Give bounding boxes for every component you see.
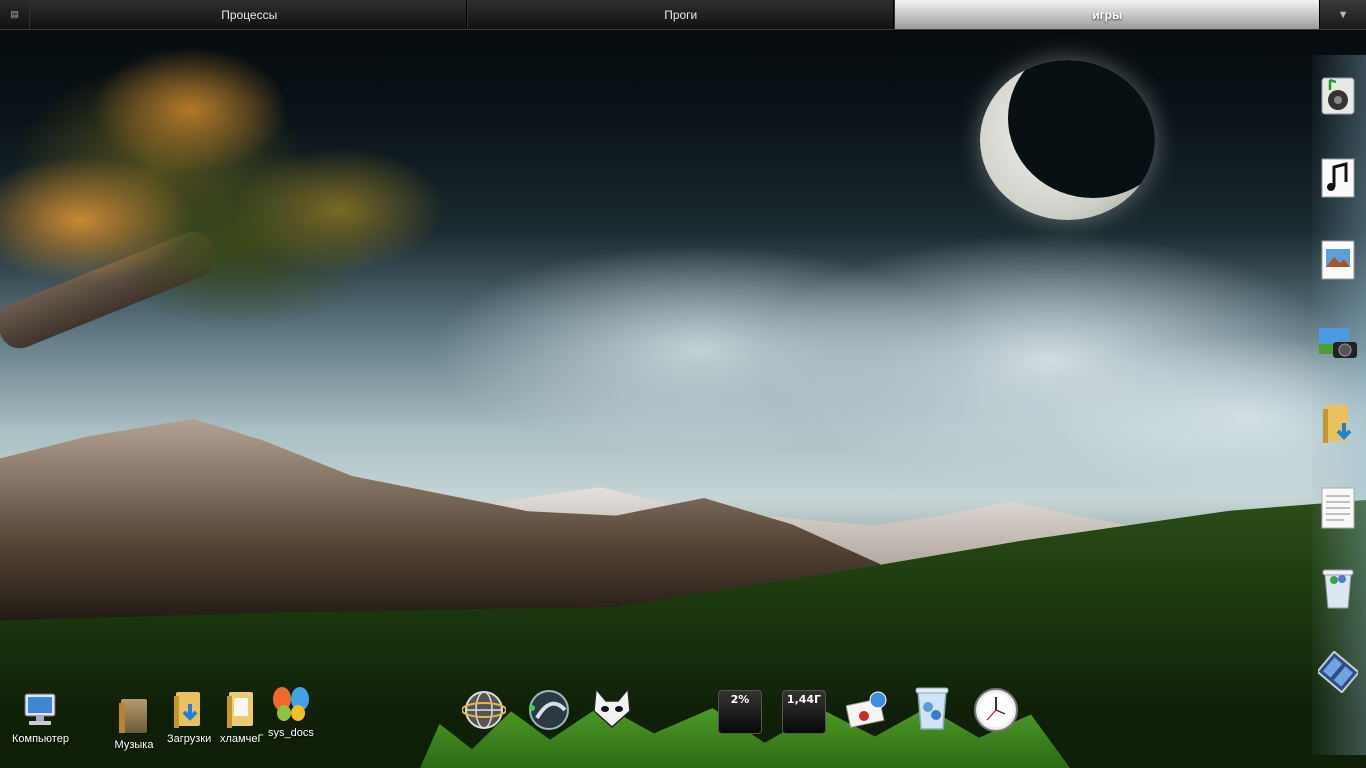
tab-programs[interactable]: Проги <box>467 0 895 29</box>
desktop-icon-label: Музыка <box>114 739 154 751</box>
dock-foobar-app[interactable] <box>588 686 636 734</box>
desktop-icon-computer[interactable]: Компьютер <box>12 690 69 745</box>
media-swirl-icon <box>525 688 571 737</box>
dock-item-audio[interactable] <box>1317 77 1359 119</box>
tab-games[interactable]: игры <box>894 0 1321 29</box>
dock-item-images[interactable] <box>1317 239 1359 286</box>
music-folder-icon <box>114 696 154 736</box>
memory-usage-meter: 1,44Г <box>782 690 826 734</box>
dock-memory-meter[interactable]: 1,44Г <box>780 688 828 736</box>
folder-icon <box>222 690 262 730</box>
downloads-folder-icon <box>1320 403 1356 450</box>
moon-illustration <box>980 60 1155 220</box>
dock-item-camera[interactable] <box>1317 325 1359 367</box>
right-dock <box>1312 55 1366 755</box>
dock-item-text[interactable] <box>1317 487 1359 531</box>
msn-butterfly-icon <box>271 684 311 724</box>
dock-mail-app[interactable] <box>844 688 892 736</box>
camera-icon <box>1317 324 1359 369</box>
desktop-icon-label: Компьютер <box>12 733 69 745</box>
downloads-folder-icon <box>169 690 209 730</box>
desktop-icon-sys-docs[interactable]: sys_docs <box>268 684 314 739</box>
recycle-bin-icon <box>1320 566 1356 615</box>
mail-icon <box>845 690 890 735</box>
dock-media-app[interactable] <box>524 688 572 736</box>
music-note-icon <box>1320 157 1356 204</box>
clock-icon <box>973 687 1019 738</box>
tab-bar-menu-icon[interactable]: ▤ <box>0 0 29 29</box>
chevron-down-icon[interactable]: ▼ <box>1320 0 1366 29</box>
globe-icon <box>461 688 507 737</box>
tab-processes[interactable]: Процессы <box>29 0 468 29</box>
fox-mask-icon <box>590 685 634 736</box>
top-tab-bar: ▤ Процессы Проги игры ▼ <box>0 0 1366 30</box>
dock-clock[interactable] <box>972 687 1020 738</box>
desktop-icon-junk-folder[interactable]: хламчеГ <box>220 690 263 745</box>
dock-item-trash[interactable] <box>1317 569 1359 611</box>
recycle-bin-icon <box>912 685 952 736</box>
dock-item-video[interactable] <box>1315 649 1361 698</box>
dock-globe-app[interactable] <box>460 688 508 736</box>
cpu-usage-meter: 2% <box>718 690 762 734</box>
computer-icon <box>20 690 60 730</box>
desktop-icon-downloads[interactable]: Загрузки <box>167 690 211 745</box>
dock-item-music[interactable] <box>1317 157 1359 204</box>
dock-cpu-meter[interactable]: 2% <box>716 688 764 736</box>
desktop-icon-label: Загрузки <box>167 733 212 745</box>
desktop-icon-label: хламчеГ <box>220 733 264 745</box>
speaker-music-icon <box>1320 76 1356 121</box>
desktop-icon-music[interactable]: Музыка <box>114 696 154 751</box>
film-strip-icon <box>1315 649 1361 698</box>
dock-recycle-bin[interactable] <box>908 686 956 734</box>
tree-canopy <box>0 0 520 410</box>
desktop-icon-label: sys_docs <box>268 727 314 739</box>
image-viewer-icon <box>1320 239 1356 286</box>
desktop-background: ▤ Процессы Проги игры ▼ Компьютер Музыка <box>0 0 1366 768</box>
dock-item-downloads[interactable] <box>1317 403 1359 450</box>
text-document-icon <box>1320 486 1356 535</box>
